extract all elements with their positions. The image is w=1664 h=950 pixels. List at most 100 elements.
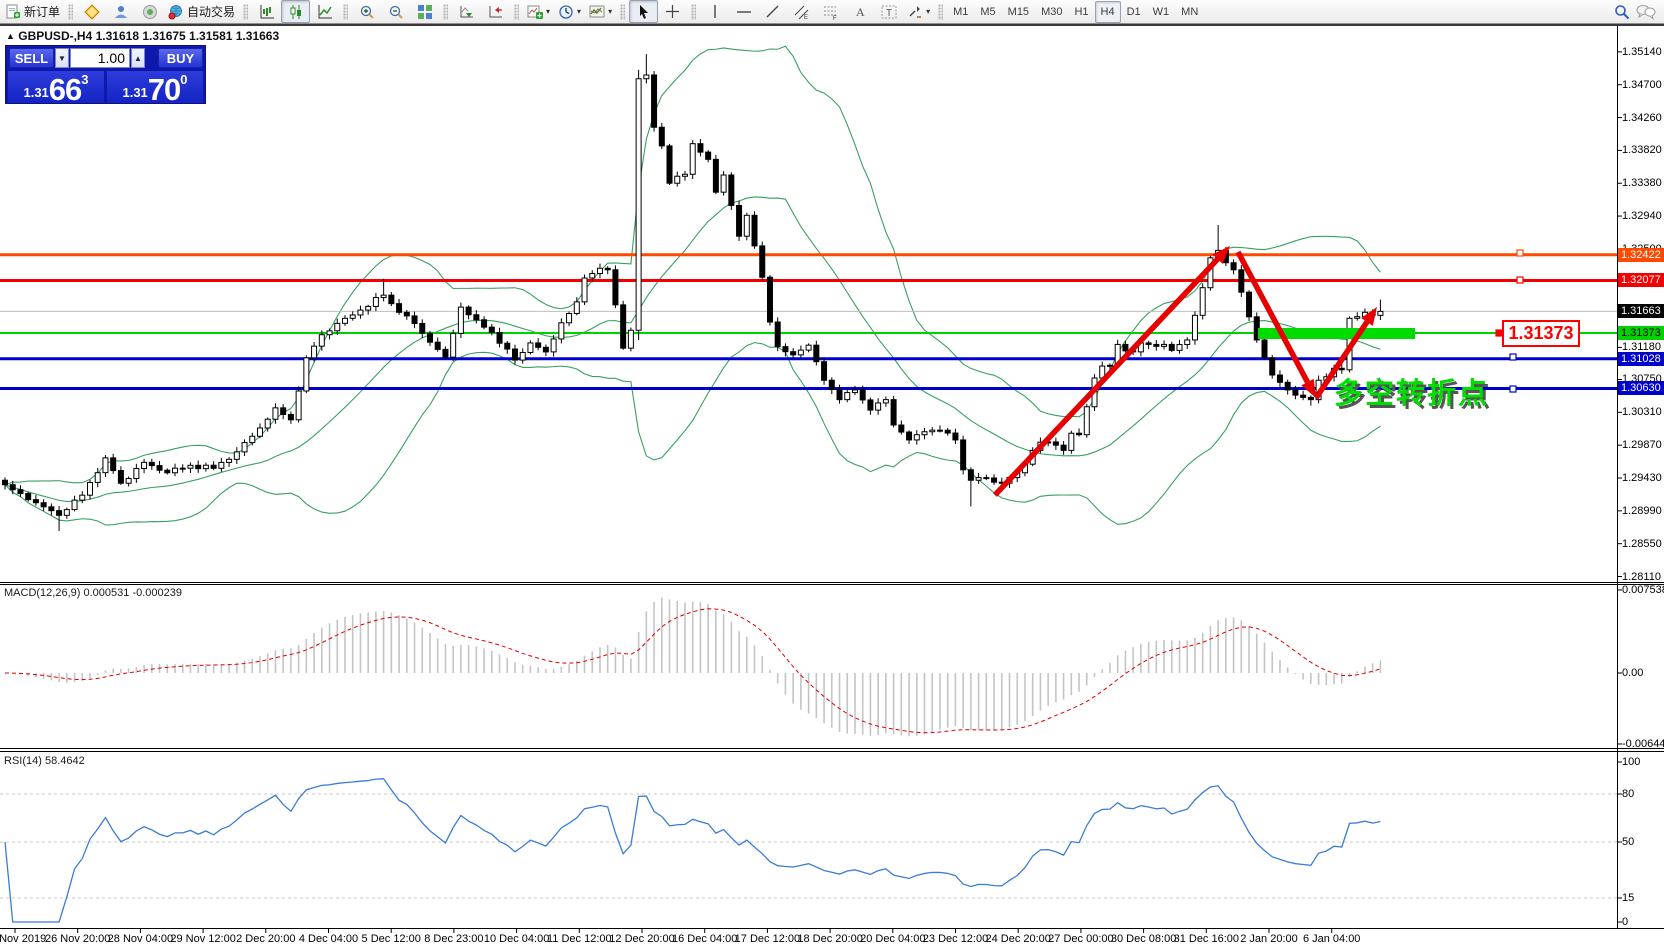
price-label-1.32077: 1.32077 (1618, 273, 1664, 287)
templates-button[interactable]: ▾ (585, 0, 616, 23)
volume-increase-button[interactable]: ▲ (131, 48, 145, 68)
timeframe-group: M1M5M15M30H1H4D1W1MN (947, 1, 1204, 23)
text-label-icon: T (881, 4, 897, 20)
time-tick: 31 Dec 16:00 (1174, 933, 1239, 945)
time-tick: 17 Dec 12:00 (735, 933, 800, 945)
price-tick: 1.28550 (1622, 538, 1664, 551)
chat-icon[interactable] (1636, 4, 1656, 20)
chart-shift-button[interactable] (481, 0, 510, 23)
timeframe-H1[interactable]: H1 (1068, 1, 1094, 23)
auto-scroll-icon (459, 4, 475, 20)
rsi-indicator-label: RSI(14) 58.4642 (4, 755, 85, 767)
time-tick: 2 Dec 20:00 (236, 933, 295, 945)
collapse-triangle-icon[interactable]: ▲ (6, 31, 15, 41)
bar-chart-button[interactable] (252, 0, 281, 23)
time-tick: 27 Dec 00:00 (1048, 933, 1113, 945)
timeframe-M5[interactable]: M5 (974, 1, 1001, 23)
time-tick: 5 Dec 12:00 (362, 933, 421, 945)
one-click-trading-panel: SELL ▼ ▲ BUY 1.31663 1.31700 (5, 45, 206, 104)
label-tool[interactable]: T (874, 0, 903, 23)
timeframe-MN[interactable]: MN (1175, 1, 1204, 23)
toolbar-grip (938, 4, 943, 20)
new-order-icon (6, 4, 21, 19)
price-callout-label[interactable]: 1.31373 (1502, 320, 1580, 347)
line-chart-button[interactable] (310, 0, 339, 23)
time-tick: 16 Dec 04:00 (672, 933, 737, 945)
fibonacci-tool[interactable]: F (816, 0, 845, 23)
crosshair-tool-button[interactable] (658, 0, 687, 23)
annotation-text[interactable]: 多空转折点 (1334, 370, 1489, 412)
candlestick-chart-button[interactable] (281, 0, 310, 23)
timeframe-M30[interactable]: M30 (1035, 1, 1068, 23)
horizontal-line-tool[interactable] (729, 0, 758, 23)
timeframe-H4[interactable]: H4 (1095, 1, 1121, 23)
sell-price-big: 66 (49, 77, 81, 103)
new-order-button[interactable]: 新订单 (2, 0, 64, 23)
time-tick: 24 Dec 20:00 (985, 933, 1050, 945)
data-window-icon (142, 4, 158, 20)
arrows-tool[interactable]: ▾ (903, 0, 934, 23)
rsi-scale-tick: 15 (1622, 892, 1664, 905)
toolbar: 新订单 自动交易 (0, 0, 1664, 24)
line-chart-icon (317, 4, 333, 20)
buy-price-display[interactable]: 1.31700 (107, 71, 203, 103)
macd-name: MACD(12,26,9) (4, 587, 80, 599)
trendline-tool[interactable] (758, 0, 787, 23)
time-tick: 25 Nov 2019 (0, 933, 46, 945)
buy-button-label: BUY (167, 51, 194, 66)
rsi-name: RSI(14) (4, 755, 42, 767)
buy-button[interactable]: BUY (158, 48, 203, 68)
profiles-button[interactable] (106, 0, 135, 23)
macd-indicator-label: MACD(12,26,9) 0.000531 -0.000239 (4, 587, 182, 599)
zoom-in-button[interactable] (352, 0, 381, 23)
mt4-window: 新订单 自动交易 (0, 0, 1664, 950)
new-order-label: 新订单 (24, 3, 60, 20)
time-tick: 11 Dec 12:00 (547, 933, 612, 945)
autotrading-label: 自动交易 (187, 3, 235, 20)
timeframe-M15[interactable]: M15 (1002, 1, 1035, 23)
zoom-out-button[interactable] (381, 0, 410, 23)
sell-price-small: 1.31 (23, 85, 48, 100)
channel-icon: E (794, 4, 810, 20)
chart-ohlc-values: 1.31618 1.31675 1.31581 1.31663 (96, 29, 280, 43)
rsi-scale-tick: 100 (1622, 756, 1664, 769)
timeframe-W1[interactable]: W1 (1147, 1, 1176, 23)
sell-button-label: SELL (15, 51, 48, 66)
cursor-tool-button[interactable] (629, 0, 658, 23)
zoom-out-icon (388, 4, 404, 20)
fibonacci-icon: F (823, 4, 839, 20)
shapes-icon (907, 4, 923, 20)
timeframe-M1[interactable]: M1 (947, 1, 974, 23)
volume-decrease-button[interactable]: ▼ (55, 48, 69, 68)
tile-windows-button[interactable] (410, 0, 439, 23)
text-tool[interactable]: A (845, 0, 874, 23)
periods-button[interactable]: ▾ (554, 0, 585, 23)
equidistant-channel-tool[interactable]: E (787, 0, 816, 23)
sell-price-display[interactable]: 1.31663 (8, 71, 104, 103)
svg-text:F: F (833, 16, 837, 20)
clock-icon (558, 4, 574, 20)
sell-button[interactable]: SELL (9, 48, 54, 68)
volume-input[interactable] (70, 48, 130, 68)
autotrading-button[interactable]: 自动交易 (164, 0, 239, 23)
indicators-button[interactable]: ▾ (523, 0, 554, 23)
price-tick: 1.35140 (1622, 46, 1664, 59)
toolbar-grip (68, 4, 73, 20)
auto-scroll-button[interactable] (452, 0, 481, 23)
new-chart-button[interactable] (77, 0, 106, 23)
time-tick: 6 Jan 04:00 (1303, 933, 1361, 945)
chevron-down-icon: ▾ (546, 7, 550, 16)
vertical-line-tool[interactable] (700, 0, 729, 23)
timeframe-D1[interactable]: D1 (1121, 1, 1147, 23)
data-window-button[interactable] (135, 0, 164, 23)
toolbar-grip (620, 4, 625, 20)
trendline-icon (765, 4, 780, 19)
cursor-icon (637, 4, 651, 19)
toolbar-grip (243, 4, 248, 20)
rsi-value: 58.4642 (45, 755, 85, 767)
search-icon[interactable] (1614, 4, 1630, 20)
chart-canvas[interactable] (0, 0, 1664, 950)
chart-symbol-period: GBPUSD-,H4 (18, 29, 92, 43)
rsi-scale-tick: 50 (1622, 836, 1664, 849)
price-label-1.31028: 1.31028 (1618, 352, 1664, 366)
